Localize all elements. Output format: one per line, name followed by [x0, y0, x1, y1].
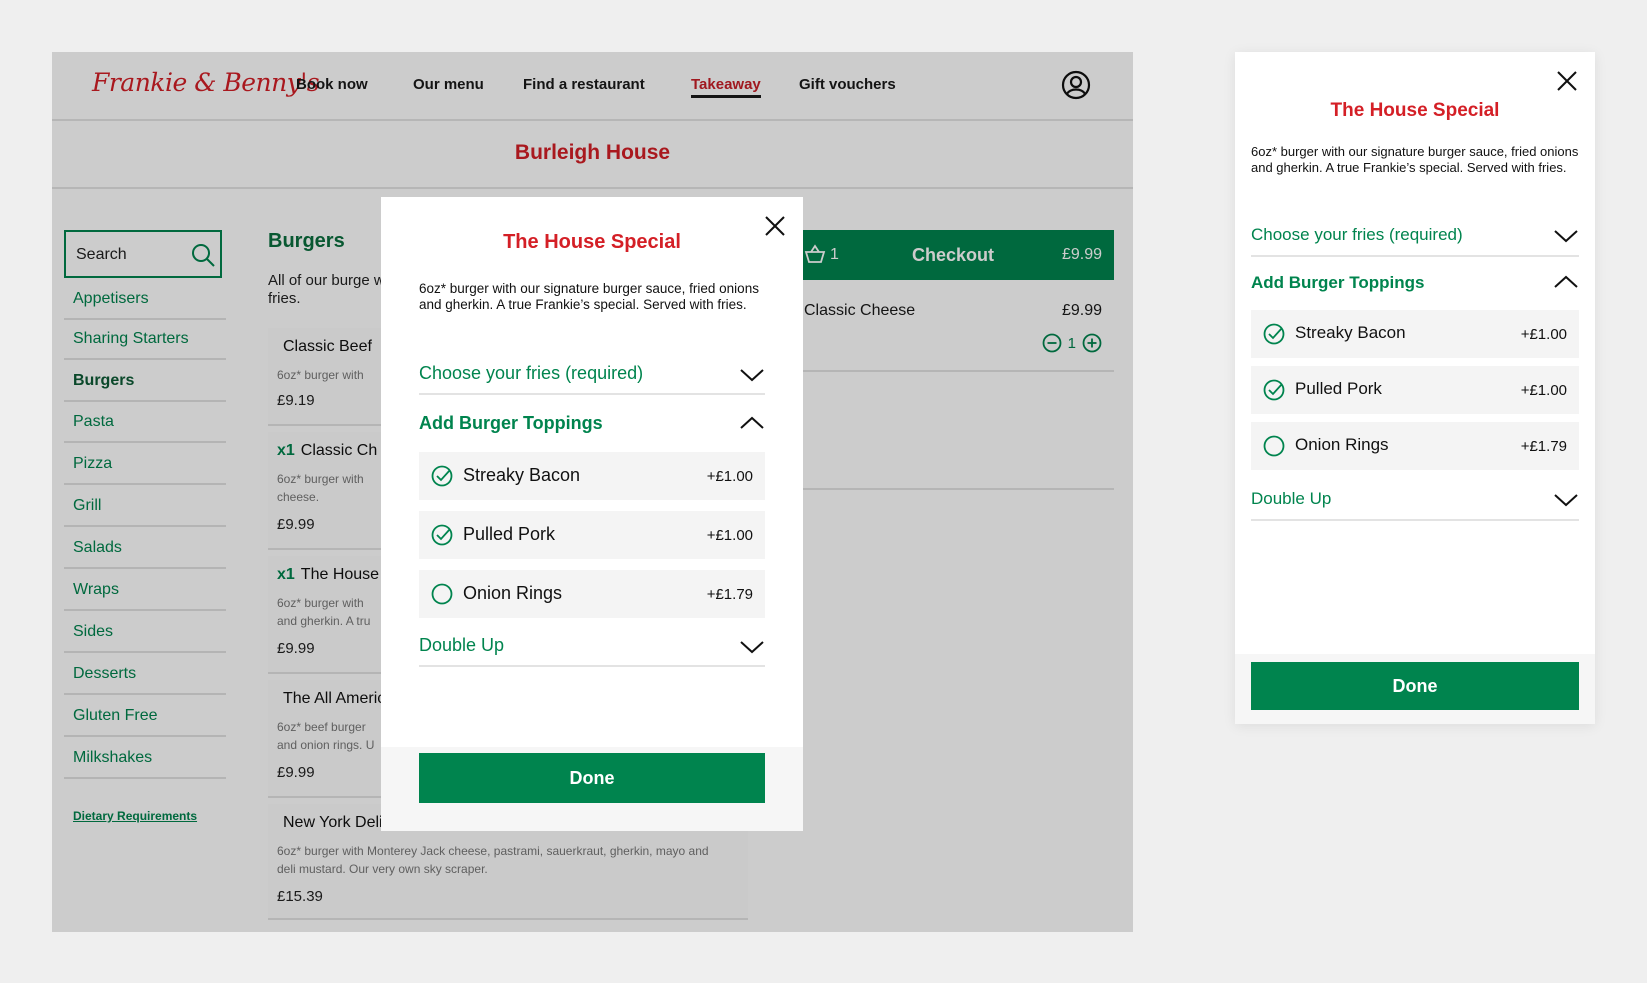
topping-label: Pulled Pork: [463, 524, 556, 544]
check-circle-icon[interactable]: [431, 465, 453, 487]
check-circle-icon[interactable]: [1263, 323, 1285, 345]
topping-price: +£1.79: [706, 586, 753, 603]
topping-price: +£1.00: [1520, 326, 1567, 343]
mobile-item-options-modal: The House Special 6oz* burger with our s…: [1235, 52, 1595, 724]
topping-label: Pulled Pork: [1295, 379, 1382, 398]
chevron-down-icon: [1554, 494, 1578, 507]
modal-title: The House Special: [1330, 100, 1500, 121]
modal-footer: Done: [381, 747, 803, 831]
topping-label: Streaky Bacon: [1295, 323, 1406, 342]
double-up-accordion[interactable]: Double Up: [1251, 479, 1579, 521]
modal-description: 6oz* burger with our signature burger sa…: [419, 281, 759, 312]
chevron-down-icon: [740, 641, 764, 654]
fries-accordion[interactable]: Choose your fries (required): [419, 355, 765, 395]
chevron-down-icon: [740, 369, 764, 382]
topping-option-pulled-pork[interactable]: Pulled Pork +£1.00: [1251, 366, 1579, 414]
close-icon[interactable]: [1556, 70, 1578, 92]
fries-label: Choose your fries (required): [1251, 225, 1463, 244]
double-up-accordion[interactable]: Double Up: [419, 627, 765, 667]
topping-option-pulled-pork[interactable]: Pulled Pork +£1.00: [419, 511, 765, 559]
topping-option-onion-rings[interactable]: Onion Rings +£1.79: [1251, 422, 1579, 470]
empty-circle-icon[interactable]: [431, 583, 453, 605]
topping-label: Streaky Bacon: [463, 465, 581, 485]
fries-label: Choose your fries (required): [419, 363, 644, 383]
toppings-accordion[interactable]: Add Burger Toppings: [419, 405, 765, 445]
chevron-down-icon: [1554, 230, 1578, 243]
desktop-page: Frankie & Benny's Book now Our menu Find…: [52, 52, 1133, 932]
check-circle-icon[interactable]: [431, 524, 453, 546]
chevron-up-icon: [1554, 275, 1578, 288]
topping-label: Onion Rings: [463, 583, 563, 603]
toppings-label: Add Burger Toppings: [1251, 273, 1425, 292]
topping-option-streaky-bacon[interactable]: Streaky Bacon +£1.00: [419, 452, 765, 500]
topping-price: +£1.00: [1520, 382, 1567, 399]
toppings-label: Add Burger Toppings: [419, 413, 603, 433]
toppings-accordion[interactable]: Add Burger Toppings: [1251, 265, 1579, 305]
modal-title: The House Special: [503, 231, 681, 253]
done-button[interactable]: Done: [1251, 662, 1579, 710]
double-up-label: Double Up: [1251, 489, 1332, 508]
topping-label: Onion Rings: [1295, 435, 1389, 454]
topping-price: +£1.79: [1520, 438, 1567, 455]
item-options-modal: The House Special 6oz* burger with our s…: [381, 197, 803, 831]
topping-option-onion-rings[interactable]: Onion Rings +£1.79: [419, 570, 765, 618]
check-circle-icon[interactable]: [1263, 379, 1285, 401]
chevron-up-icon: [740, 416, 764, 429]
double-up-label: Double Up: [419, 635, 505, 655]
topping-option-streaky-bacon[interactable]: Streaky Bacon +£1.00: [1251, 310, 1579, 358]
topping-price: +£1.00: [706, 527, 753, 544]
done-button[interactable]: Done: [419, 753, 765, 803]
topping-price: +£1.00: [706, 468, 753, 485]
modal-description: 6oz* burger with our signature burger sa…: [1251, 144, 1579, 175]
modal-footer: Done: [1235, 654, 1595, 724]
empty-circle-icon[interactable]: [1263, 435, 1285, 457]
fries-accordion[interactable]: Choose your fries (required): [1251, 217, 1579, 257]
